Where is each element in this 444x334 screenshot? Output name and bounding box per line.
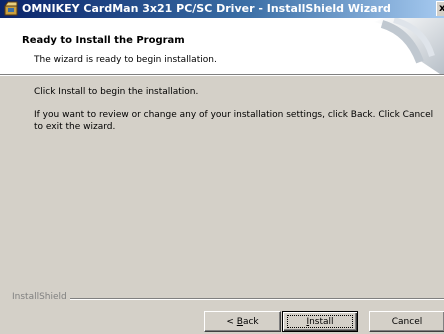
- install-label-rest: nstall: [309, 316, 334, 327]
- install-button-label: Install: [306, 317, 333, 327]
- back-arrow-text: <: [226, 316, 237, 327]
- header-divider-highlight: [0, 75, 444, 76]
- close-icon: x: [439, 3, 444, 14]
- page-subtitle: The wizard is ready to begin installatio…: [34, 55, 217, 65]
- install-button[interactable]: Install: [282, 311, 358, 332]
- installshield-wizard-window: OMNIKEY CardMan 3x21 PC/SC Driver - Inst…: [0, 0, 444, 334]
- wizard-header: Ready to Install the Program The wizard …: [0, 18, 444, 74]
- installshield-brand-label: InstallShield: [12, 292, 70, 302]
- instruction-text: Click Install to begin the installation.: [34, 87, 199, 97]
- cancel-button[interactable]: Cancel: [369, 311, 444, 332]
- title-bar[interactable]: OMNIKEY CardMan 3x21 PC/SC Driver - Inst…: [0, 0, 444, 18]
- back-label-rest: ack: [242, 316, 259, 327]
- page-title: Ready to Install the Program: [22, 35, 185, 46]
- installer-box-icon: [4, 1, 18, 16]
- back-button[interactable]: < Back: [204, 311, 281, 332]
- footer-divider-highlight: [12, 299, 444, 300]
- installshield-graphic: [374, 18, 444, 74]
- window-title: OMNIKEY CardMan 3x21 PC/SC Driver - Inst…: [22, 2, 391, 15]
- back-button-label: < Back: [226, 317, 258, 327]
- close-button[interactable]: x: [436, 1, 444, 16]
- cancel-button-label: Cancel: [391, 316, 423, 327]
- review-text: If you want to review or change any of y…: [34, 110, 434, 132]
